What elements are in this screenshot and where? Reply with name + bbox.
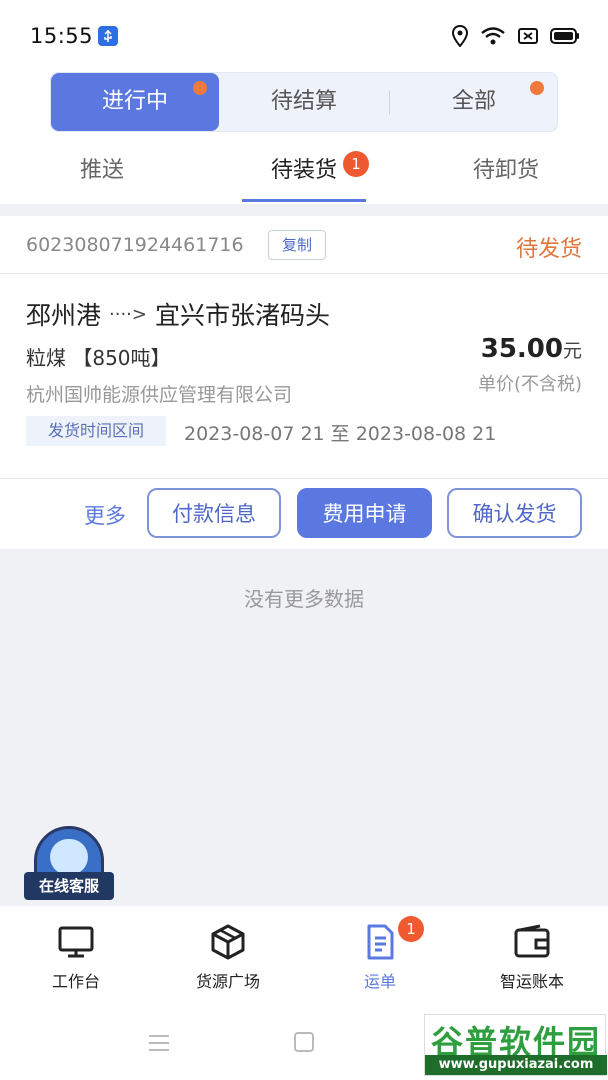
watermark-url: www.gupuxiazai.com bbox=[425, 1055, 607, 1075]
segment-label: 进行中 bbox=[101, 89, 168, 114]
segment-pending-settlement[interactable]: 待结算 bbox=[219, 73, 389, 131]
route-destination: 宜兴市张渚码头 bbox=[154, 301, 330, 330]
active-tab-indicator bbox=[242, 199, 366, 202]
segment-notification-dot bbox=[530, 81, 544, 95]
goods-info: 粒煤 【850吨】 bbox=[26, 346, 171, 370]
monitor-icon bbox=[58, 926, 94, 958]
segment-notification-dot bbox=[193, 81, 207, 95]
header: 进行中 待结算 全部 推送 待装货 1 待卸货 bbox=[0, 70, 608, 204]
box-icon bbox=[211, 924, 245, 960]
battery-icon bbox=[550, 27, 580, 49]
confirm-ship-button[interactable]: 确认发货 bbox=[447, 488, 582, 538]
fee-apply-button[interactable]: 费用申请 bbox=[297, 488, 432, 538]
divider bbox=[0, 478, 608, 479]
tab-label: 推送 bbox=[79, 158, 124, 183]
segment-label: 全部 bbox=[451, 89, 496, 114]
location-icon bbox=[451, 24, 469, 51]
tab-label: 待卸货 bbox=[472, 158, 539, 183]
divider bbox=[0, 273, 608, 274]
order-status: 待发货 bbox=[515, 237, 582, 262]
wifi-icon bbox=[480, 26, 506, 50]
route-origin: 邳州港 bbox=[26, 301, 102, 330]
nav-workbench[interactable]: 工作台 bbox=[16, 922, 136, 992]
sim-icon bbox=[518, 27, 538, 49]
nav-label: 智运账本 bbox=[499, 972, 564, 991]
price-value: 35.00 bbox=[480, 334, 563, 364]
nav-cargo-square[interactable]: 货源广场 bbox=[168, 922, 288, 992]
nav-label: 工作台 bbox=[51, 972, 100, 991]
customer-service-label: 在线客服 bbox=[24, 872, 114, 900]
tab-label: 待装货 bbox=[270, 158, 337, 183]
route-arrow-icon: ····> bbox=[109, 303, 147, 325]
status-time: 15:55 bbox=[30, 24, 94, 48]
tab-badge: 1 bbox=[343, 151, 369, 177]
price-unit: 元 bbox=[562, 340, 582, 362]
nav-badge: 1 bbox=[398, 916, 424, 942]
home-icon[interactable] bbox=[294, 1032, 314, 1052]
tab-push[interactable]: 推送 bbox=[40, 152, 164, 192]
price-note: 单价(不含税) bbox=[477, 374, 582, 395]
order-number: 602308071924461716 bbox=[26, 234, 244, 256]
tab-pending-unloading[interactable]: 待卸货 bbox=[444, 152, 568, 192]
wallet-icon bbox=[514, 924, 550, 958]
nav-label: 货源广场 bbox=[195, 972, 260, 991]
nav-account-book[interactable]: 智运账本 bbox=[472, 922, 592, 992]
route: 邳州港 ····> 宜兴市张渚码头 bbox=[26, 296, 330, 332]
no-more-data-text: 没有更多数据 bbox=[244, 587, 364, 611]
nav-label: 运单 bbox=[363, 972, 396, 991]
payment-info-button[interactable]: 付款信息 bbox=[147, 488, 281, 538]
copy-button[interactable]: 复制 bbox=[268, 230, 326, 260]
unit-price: 35.00元 bbox=[481, 334, 582, 364]
ship-time-tag: 发货时间区间 bbox=[26, 416, 166, 446]
document-icon bbox=[367, 924, 394, 960]
ship-time-range: 2023-08-07 21 至 2023-08-08 21 bbox=[184, 423, 497, 445]
bottom-nav: 工作台 货源广场 运单 1 智运账本 bbox=[0, 906, 608, 1006]
order-card[interactable]: 602308071924461716 复制 待发货 邳州港 ····> 宜兴市张… bbox=[0, 216, 608, 549]
company-name: 杭州国帅能源供应管理有限公司 bbox=[26, 384, 293, 406]
segment-all[interactable]: 全部 bbox=[390, 73, 558, 131]
segment-label: 待结算 bbox=[270, 89, 337, 114]
more-button[interactable]: 更多 bbox=[84, 500, 126, 530]
customer-service-button[interactable]: 在线客服 bbox=[24, 826, 114, 902]
segment-in-progress[interactable]: 进行中 bbox=[51, 73, 219, 131]
status-bar: 15:55 bbox=[0, 0, 608, 70]
usb-icon bbox=[98, 26, 118, 46]
status-segmented-control: 进行中 待结算 全部 bbox=[50, 72, 558, 132]
menu-icon[interactable] bbox=[148, 1033, 170, 1053]
watermark-logo: 谷普软件园 www.gupuxiazai.com bbox=[424, 1014, 607, 1076]
